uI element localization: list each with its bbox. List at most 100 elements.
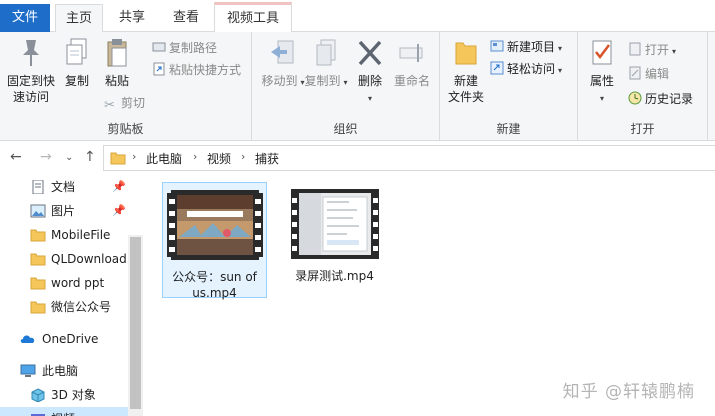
- cube-icon: [31, 388, 45, 402]
- file-list: 公众号：sun of us.mp4 录屏测试.mp4 知乎 @轩辕鹏楠: [143, 175, 715, 416]
- sidebar-item-label: 图片: [51, 204, 76, 218]
- pin-icon: 📌: [112, 180, 126, 193]
- new-item-icon: [490, 40, 504, 52]
- open-group-label: 打开: [630, 122, 655, 136]
- folder-icon: [30, 277, 46, 290]
- breadcrumb-captures[interactable]: 捕获: [255, 150, 279, 167]
- open-dropdown-icon: ▾: [672, 47, 677, 56]
- tab-share[interactable]: 共享: [110, 4, 154, 32]
- open-label: 打开: [645, 43, 670, 57]
- file-name: 录屏测试.mp4: [295, 269, 374, 283]
- document-icon: [32, 180, 44, 194]
- new-item-dropdown-icon: ▾: [558, 44, 563, 53]
- paste-button[interactable]: 粘贴: [102, 36, 132, 89]
- history-button[interactable]: 历史记录: [628, 90, 693, 108]
- forward-arrow-icon[interactable]: →: [40, 149, 52, 165]
- copy-label: 复制: [64, 74, 89, 88]
- properties-dropdown-icon: ▾: [599, 94, 604, 103]
- edit-label: 编辑: [645, 67, 670, 81]
- computer-icon: [20, 364, 36, 377]
- edit-icon: [629, 66, 641, 80]
- address-bar[interactable]: › 此电脑 › 视频 › 捕获: [103, 145, 715, 171]
- recent-locations-chevron-icon[interactable]: ⌄: [65, 152, 73, 163]
- sidebar-item-onedrive[interactable]: OneDrive: [0, 327, 128, 351]
- tab-home[interactable]: 主页: [55, 4, 103, 33]
- ribbon-tab-bar: 文件 主页 共享 查看 视频工具: [0, 0, 715, 33]
- copy-to-icon: [316, 39, 336, 66]
- properties-button[interactable]: 属性 ▾: [584, 36, 620, 107]
- ribbon: 固定到快 速访问 复制 粘贴 复制路径 粘贴快捷方式 ✂ 剪切 剪贴板 移动到 …: [0, 32, 715, 141]
- sidebar-item-videos[interactable]: 视频: [0, 407, 128, 416]
- delete-dropdown-icon: ▾: [367, 94, 372, 103]
- easy-access-label: 轻松访问: [507, 62, 556, 76]
- tab-view[interactable]: 查看: [163, 4, 209, 32]
- explorer-window: 文件 主页 共享 查看 视频工具 固定到快 速访问 复制 粘贴 复制路径 粘贴快…: [0, 0, 715, 416]
- new-folder-button[interactable]: 新建 文件夹: [444, 36, 488, 105]
- cut-button[interactable]: ✂ 剪切: [104, 94, 145, 113]
- paste-shortcut-icon: [153, 62, 165, 76]
- pin-label-2: 速访问: [12, 90, 49, 104]
- move-to-icon: [271, 40, 294, 64]
- folder-icon: [30, 253, 46, 266]
- paste-icon: [107, 39, 127, 67]
- sidebar-scrollbar[interactable]: [128, 235, 143, 416]
- sidebar-item-label: 此电脑: [42, 364, 79, 378]
- copy-button[interactable]: 复制: [62, 36, 92, 89]
- edit-button[interactable]: 编辑: [628, 65, 669, 83]
- sidebar-item-this-pc[interactable]: 此电脑: [0, 359, 128, 383]
- tab-video-tools[interactable]: 视频工具: [214, 2, 292, 32]
- pin-quick-access-button[interactable]: 固定到快 速访问: [2, 36, 60, 105]
- sidebar-item-3d-objects[interactable]: 3D 对象: [0, 383, 128, 407]
- breadcrumb-this-pc[interactable]: 此电脑: [146, 150, 182, 167]
- copy-to-dropdown-icon: ▾: [343, 78, 348, 87]
- sidebar-scrollbar-thumb[interactable]: [130, 237, 141, 409]
- sidebar-item-documents[interactable]: 文档 📌: [0, 175, 128, 199]
- file-item[interactable]: 公众号：sun of us.mp4: [162, 182, 267, 300]
- navigation-bar: ← → ⌄ ↑ › 此电脑 › 视频 › 捕获: [0, 141, 715, 175]
- easy-access-dropdown-icon: ▾: [558, 66, 563, 75]
- navigation-pane: 文档 📌 图片 📌 MobileFile QLDownload word ppt…: [0, 175, 143, 416]
- paste-shortcut-button[interactable]: 粘贴快捷方式: [152, 61, 241, 79]
- organize-group-label: 组织: [333, 122, 358, 136]
- pin-icon: 📌: [112, 204, 126, 217]
- sidebar-item-label: 文档: [51, 180, 76, 194]
- copy-to-button[interactable]: 复制到 ▾: [300, 36, 352, 91]
- copy-icon: [66, 38, 87, 65]
- picture-icon: [30, 204, 46, 218]
- breadcrumb-separator-icon: ›: [193, 150, 198, 163]
- breadcrumb-videos[interactable]: 视频: [207, 150, 231, 167]
- up-arrow-icon[interactable]: ↑: [84, 149, 96, 165]
- sidebar-item-word-ppt[interactable]: word ppt: [0, 271, 128, 295]
- paste-label: 粘贴: [104, 74, 129, 88]
- sidebar-item-label: 视频: [51, 407, 75, 416]
- group-new: 新建 文件夹 新建项目 ▾ 轻松访问 ▾ 新建: [440, 32, 578, 141]
- new-group-label: 新建: [496, 122, 521, 136]
- sidebar-item-wechat-official[interactable]: 微信公众号: [0, 295, 128, 319]
- sidebar-item-label: QLDownload: [51, 252, 127, 266]
- sidebar-item-pictures[interactable]: 图片 📌: [0, 199, 128, 223]
- sidebar-item-qldownload[interactable]: QLDownload: [0, 247, 128, 271]
- video-thumbnail-icon: [166, 190, 263, 260]
- pin-label-1: 固定到快: [6, 74, 55, 88]
- tab-file[interactable]: 文件: [0, 4, 50, 32]
- group-clipboard: 固定到快 速访问 复制 粘贴 复制路径 粘贴快捷方式 ✂ 剪切 剪贴板: [0, 32, 252, 141]
- sidebar-item-label: MobileFile: [51, 228, 111, 242]
- rename-button[interactable]: 重命名: [390, 36, 434, 89]
- rename-icon: [399, 44, 423, 62]
- open-icon: [629, 42, 641, 56]
- clipboard-group-label: 剪贴板: [107, 122, 144, 136]
- video-thumbnail-icon: [290, 189, 379, 259]
- new-folder-label-2: 文件夹: [447, 90, 484, 104]
- sidebar-item-mobilefile[interactable]: MobileFile: [0, 223, 128, 247]
- easy-access-button[interactable]: 轻松访问 ▾: [490, 60, 562, 78]
- file-item[interactable]: 录屏测试.mp4: [282, 182, 387, 284]
- copy-path-button[interactable]: 复制路径: [152, 39, 217, 57]
- delete-button[interactable]: 删除 ▾: [354, 36, 386, 107]
- copy-path-label: 复制路径: [169, 41, 218, 55]
- sidebar-item-label: word ppt: [51, 276, 105, 290]
- new-item-button[interactable]: 新建项目 ▾: [490, 38, 562, 56]
- open-button[interactable]: 打开 ▾: [628, 41, 676, 59]
- back-arrow-icon[interactable]: ←: [10, 149, 22, 165]
- history-icon: [628, 91, 642, 105]
- group-organize: 移动到 ▾ 复制到 ▾ 删除 ▾ 重命名 组织: [252, 32, 440, 141]
